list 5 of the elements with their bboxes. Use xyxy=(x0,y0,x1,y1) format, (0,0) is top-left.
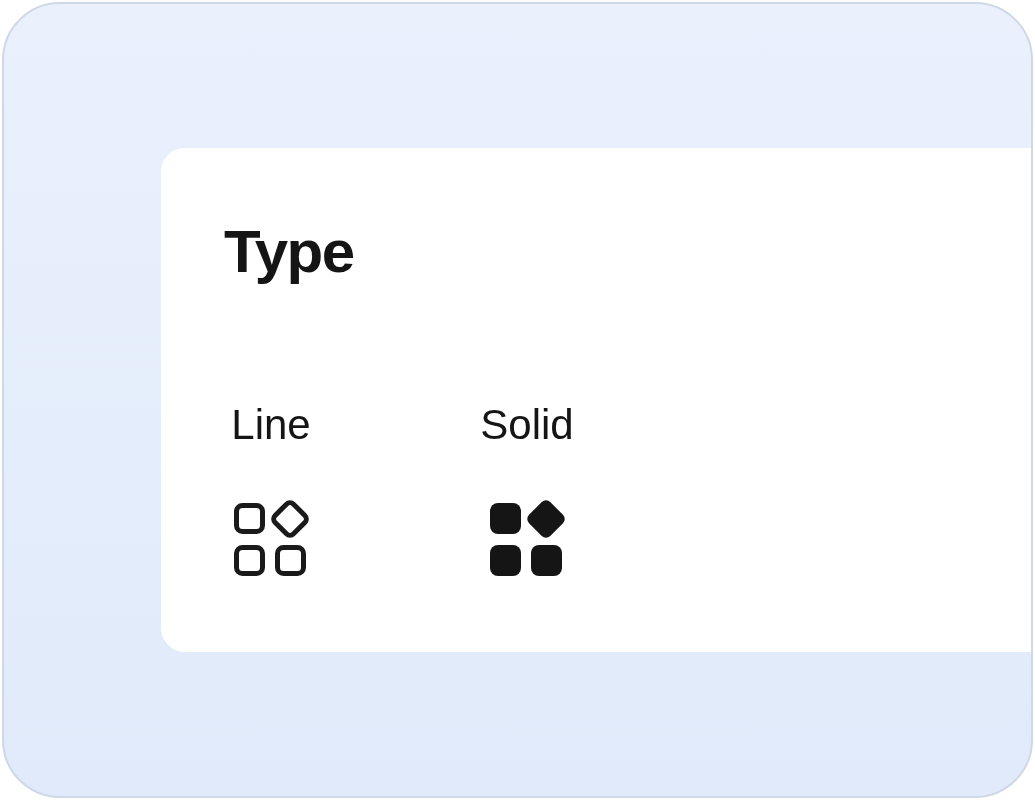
option-label: Solid xyxy=(480,404,574,446)
section-title: Type xyxy=(224,222,354,282)
category-outline-icon xyxy=(233,500,309,576)
category-filled-icon xyxy=(489,500,565,576)
option-label: Line xyxy=(231,404,311,446)
